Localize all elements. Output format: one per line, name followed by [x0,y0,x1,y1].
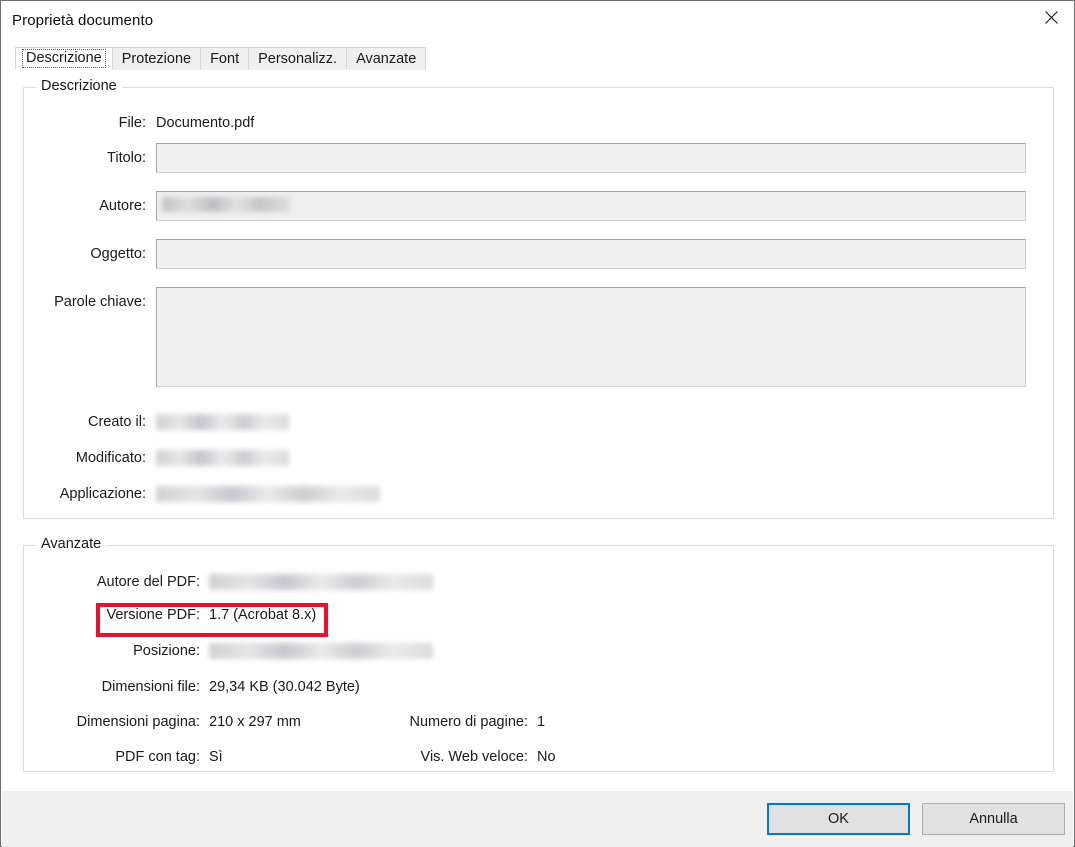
numero-pagine-value: 1 [537,714,545,730]
tab-avanzate[interactable]: Avanzate [346,47,426,70]
autore-input[interactable] [156,191,1026,221]
creato-il-value: 15/09/2022 17:16:36 [156,414,289,430]
parole-chiave-textarea[interactable] [156,287,1026,387]
row-autore-pdf: Autore del PDF: Microsoft® Word per Micr… [23,574,433,590]
row-creato-il: Creato il: 15/09/2022 17:16:36 [23,414,289,430]
pdf-con-tag-label: PDF con tag: [23,749,200,765]
cancel-button[interactable]: Annulla [922,803,1065,835]
row-numero-pagine: Numero di pagine: 1 [391,714,545,730]
oggetto-label: Oggetto: [23,246,146,262]
title-bar: Proprietà documento [1,1,1074,41]
titolo-label: Titolo: [23,150,146,166]
oggetto-input[interactable] [156,239,1026,269]
applicazione-label: Applicazione: [23,486,146,502]
ok-button[interactable]: OK [767,803,910,835]
document-properties-dialog: Proprietà documento Descrizione Protezio… [0,0,1075,847]
row-modificato: Modificato: 15/09/2022 17:16:36 [23,450,289,466]
row-applicazione: Applicazione: Microsoft® Word per Micros… [23,486,380,502]
pdf-con-tag-value: Sì [209,749,223,765]
tab-avanzate-label: Avanzate [356,51,416,67]
creato-il-label: Creato il: [23,414,146,430]
posizione-value: C:\Users\stefano.pabolino\Desktop [209,643,433,659]
group-descrizione-legend: Descrizione [36,78,122,94]
row-dimensioni-pagina: Dimensioni pagina: 210 x 297 mm [23,714,301,730]
vis-web-veloce-value: No [537,749,556,765]
autore-pdf-label: Autore del PDF: [23,574,200,590]
row-parole-chiave: Parole chiave: [23,287,1026,387]
row-pdf-con-tag: PDF con tag: Sì [23,749,223,765]
parole-chiave-label: Parole chiave: [23,287,146,317]
close-button[interactable] [1028,1,1074,33]
applicazione-value: Microsoft® Word per Microsoft 365 [156,486,380,502]
numero-pagine-label: Numero di pagine: [391,714,528,730]
file-value: Documento.pdf [156,115,254,131]
row-versione-pdf: Versione PDF: 1.7 (Acrobat 8.x) [23,607,316,623]
file-label: File: [23,115,146,131]
dimensioni-file-value: 29,34 KB (30.042 Byte) [209,679,360,695]
row-vis-web-veloce: Vis. Web veloce: No [391,749,556,765]
modificato-value: 15/09/2022 17:16:36 [156,450,289,466]
versione-pdf-label: Versione PDF: [23,607,200,623]
row-autore: Autore: [23,191,1026,221]
row-titolo: Titolo: [23,143,1026,173]
modificato-label: Modificato: [23,450,146,466]
tab-personalizza-label: Personalizz. [258,51,337,67]
dimensioni-file-label: Dimensioni file: [23,679,200,695]
dimensioni-pagina-label: Dimensioni pagina: [23,714,200,730]
dimensioni-pagina-value: 210 x 297 mm [209,714,301,730]
row-file: File: Documento.pdf [23,115,1023,131]
ok-button-label: OK [828,811,849,827]
group-avanzate-legend: Avanzate [36,536,106,552]
tab-protezione-label: Protezione [122,51,191,67]
autore-pdf-value: Microsoft® Word per Microsoft 365 [209,574,433,590]
row-oggetto: Oggetto: [23,239,1026,269]
tab-protezione[interactable]: Protezione [112,47,201,70]
row-posizione: Posizione: C:\Users\stefano.pabolino\Des… [23,643,433,659]
tab-bar: Descrizione Protezione Font Personalizz.… [15,46,425,70]
close-icon [1045,11,1058,24]
posizione-label: Posizione: [23,643,200,659]
tab-panel-descrizione: Descrizione File: Documento.pdf Titolo: … [1,69,1074,790]
tab-personalizza[interactable]: Personalizz. [248,47,347,70]
tab-font[interactable]: Font [200,47,249,70]
autore-label: Autore: [23,198,146,214]
page-title: Proprietà documento [12,12,153,29]
tab-descrizione[interactable]: Descrizione [15,47,113,70]
dialog-footer: OK Annulla [2,790,1073,847]
tab-descrizione-label: Descrizione [22,49,106,68]
versione-pdf-value: 1.7 (Acrobat 8.x) [209,607,316,623]
vis-web-veloce-label: Vis. Web veloce: [391,749,528,765]
row-dimensioni-file: Dimensioni file: 29,34 KB (30.042 Byte) [23,679,360,695]
titolo-input[interactable] [156,143,1026,173]
cancel-button-label: Annulla [969,811,1017,827]
tab-font-label: Font [210,51,239,67]
